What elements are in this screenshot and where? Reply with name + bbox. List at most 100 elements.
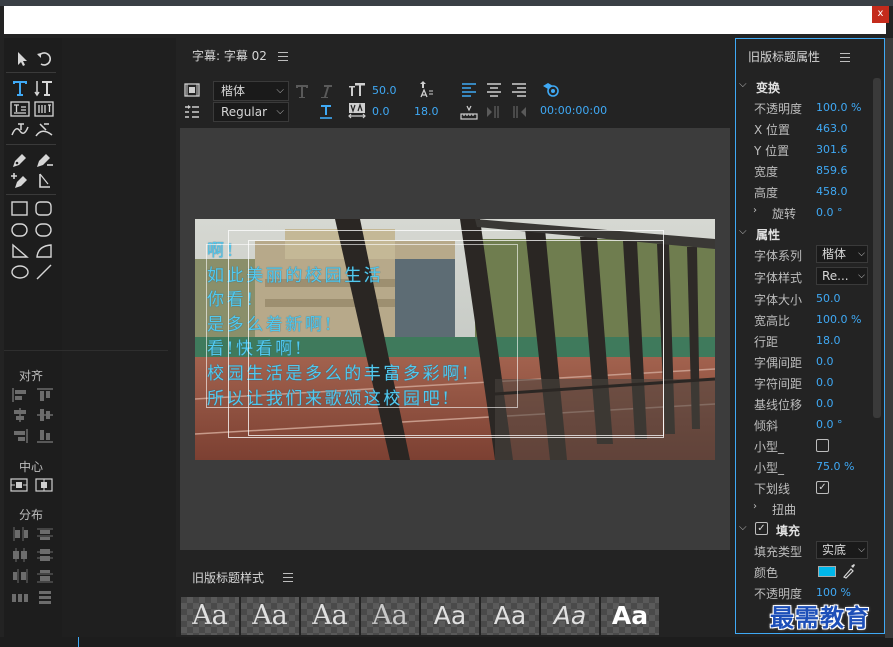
fill-section-header[interactable]: ⌵ ✓ 填充 [736,519,872,539]
italic-icon[interactable] [317,82,335,100]
height-value[interactable]: 458.0 [816,185,848,198]
font-size-value[interactable]: 50.0 [372,84,397,97]
tab-ruler-icon[interactable] [460,103,478,121]
panel-menu-icon[interactable] [283,573,293,582]
aspect-value[interactable]: 100.0 % [816,313,861,326]
font-size-value[interactable]: 50.0 [816,292,841,305]
small-caps-checkbox[interactable] [816,439,829,452]
small-caps-size-value[interactable]: 75.0 % [816,460,854,473]
align-horizontal-center-icon[interactable] [11,407,29,423]
area-type-tool-icon[interactable] [10,100,30,118]
rotation-row[interactable]: › 旋转 0.0 ° [736,202,872,222]
rotation-value[interactable]: 0.0 ° [816,206,843,219]
add-anchor-point-tool-icon[interactable] [10,172,30,190]
distribute-horizontal-even-icon[interactable] [11,590,29,606]
close-button[interactable]: x [872,6,889,23]
show-background-video-icon[interactable] [542,80,560,98]
style-swatch[interactable]: Aa [481,597,539,635]
font-style-dropdown[interactable]: Re... ⌵ [816,267,868,285]
fill-color-swatch[interactable] [818,566,836,577]
width-value[interactable]: 859.6 [816,164,848,177]
tab-title-editor[interactable]: 字幕: 字幕 02 [192,47,267,64]
style-swatch[interactable]: Aa [301,597,359,635]
fill-checkbox[interactable]: ✓ [755,522,768,535]
distribute-top-icon[interactable] [36,526,54,542]
align-top-icon[interactable] [36,387,54,403]
panel-menu-icon[interactable] [278,52,288,61]
center-horizontally-icon[interactable] [10,477,28,493]
transform-section-header[interactable]: ⌵ 变换 [736,76,872,96]
rounded-corner-tool-icon[interactable] [34,221,54,239]
style-swatch[interactable]: Aa [601,597,659,635]
vertical-path-type-tool-icon[interactable] [34,121,54,139]
tab-left-icon[interactable] [485,103,503,121]
underline-checkbox[interactable]: ✓ [816,481,829,494]
center-vertically-icon[interactable] [35,477,53,493]
rotation-tool-icon[interactable] [35,50,55,68]
panel-menu-icon[interactable] [840,53,850,62]
leading-value[interactable]: 18.0 [414,105,439,118]
ellipse-tool-icon[interactable] [10,263,30,281]
delete-anchor-point-tool-icon[interactable] [34,151,54,169]
style-swatch[interactable]: Aa [421,597,479,635]
font-style-dropdown[interactable]: Regular ⌵ [213,102,289,122]
style-swatch[interactable]: Aa [181,597,239,635]
bold-icon[interactable] [293,82,311,100]
distribute-center-vertical-icon[interactable] [36,547,54,563]
wedge-tool-icon[interactable] [10,242,30,260]
kerning-icon[interactable] [348,102,366,120]
align-vertical-center-icon[interactable] [36,407,54,423]
text-bounding-box[interactable] [206,244,518,408]
leading-icon[interactable] [416,80,434,98]
distribute-center-horizontal-icon[interactable] [11,547,29,563]
distribute-vertical-even-icon[interactable] [36,590,54,606]
tab-stops-icon[interactable] [183,103,201,121]
distribute-right-icon[interactable] [11,568,29,584]
background-video-icon[interactable] [183,81,201,99]
clipped-corner-rectangle-tool-icon[interactable] [10,221,30,239]
type-tool-icon[interactable] [10,79,30,97]
properties-scrollbar[interactable] [873,78,881,418]
baseline-shift-value[interactable]: 0.0 [816,397,834,410]
style-swatch[interactable]: Aa [241,597,299,635]
line-tool-icon[interactable] [34,263,54,281]
distort-row[interactable]: › 扭曲 [736,498,872,518]
title-canvas[interactable]: 啊! 如此美丽的校园生活 你看! 是多么着新啊! 看!快看啊! 校园生活是多么的… [180,128,730,550]
eyedropper-icon[interactable] [842,563,856,579]
align-right-icon[interactable] [11,428,29,444]
vertical-area-type-tool-icon[interactable] [34,100,54,118]
align-center-text-icon[interactable] [485,81,503,99]
vertical-type-tool-icon[interactable] [34,79,54,97]
style-swatch[interactable]: Aa [541,597,599,635]
timecode-value[interactable]: 00:00:00:00 [540,104,607,117]
y-position-value[interactable]: 301.6 [816,143,848,156]
distribute-bottom-icon[interactable] [36,568,54,584]
style-swatch[interactable]: Aa [361,597,419,635]
path-type-tool-icon[interactable] [10,121,30,139]
x-position-value[interactable]: 463.0 [816,122,848,135]
opacity-value[interactable]: 100.0 % [816,101,861,114]
rounded-rectangle-tool-icon[interactable] [34,200,54,218]
align-left-icon[interactable] [11,387,29,403]
arc-tool-icon[interactable] [34,242,54,260]
pen-tool-icon[interactable] [10,151,30,169]
tab-right-icon[interactable] [510,103,528,121]
selection-tool-icon[interactable] [12,50,32,68]
kerning-value[interactable]: 0.0 [816,355,834,368]
font-family-dropdown[interactable]: 楷体 ⌵ [213,81,289,101]
underline-icon[interactable] [317,103,335,121]
align-right-text-icon[interactable] [510,81,528,99]
rectangle-tool-icon[interactable] [10,200,30,218]
attributes-section-header[interactable]: ⌵ 属性 [736,223,872,243]
fill-type-dropdown[interactable]: 实底 ⌵ [816,541,868,559]
font-family-dropdown[interactable]: 楷体 ⌵ [816,245,868,263]
kerning-value[interactable]: 0.0 [372,105,390,118]
align-bottom-icon[interactable] [36,428,54,444]
leading-value[interactable]: 18.0 [816,334,841,347]
distribute-left-icon[interactable] [11,526,29,542]
tracking-value[interactable]: 0.0 [816,376,834,389]
slant-value[interactable]: 0.0 ° [816,418,843,431]
font-size-icon[interactable] [348,81,366,99]
align-left-text-icon[interactable] [460,81,478,99]
convert-anchor-point-tool-icon[interactable] [34,172,54,190]
